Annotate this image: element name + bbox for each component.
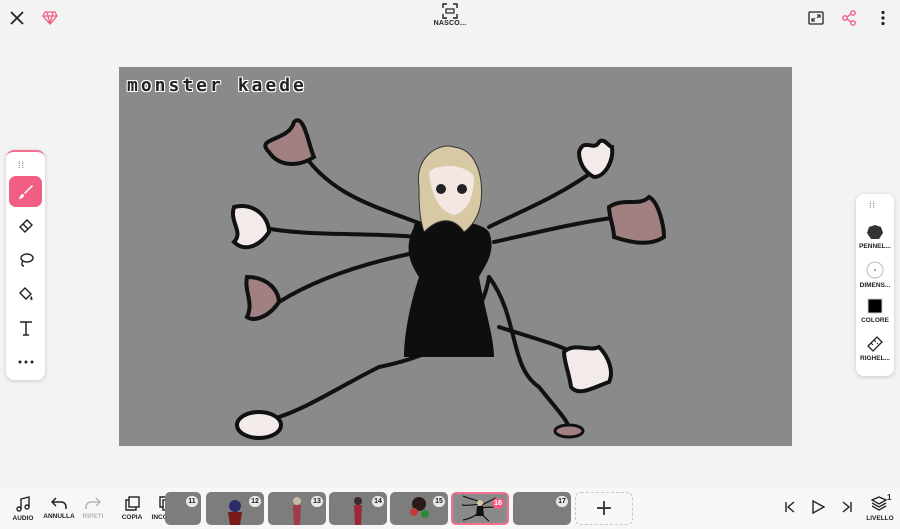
layer-label: LIVELLO [866,515,894,522]
tool-eraser[interactable] [9,210,42,241]
audio-label: AUDIO [12,515,34,522]
fullscreen-button[interactable] [804,6,828,30]
close-icon [10,11,24,25]
share-button[interactable] [837,6,861,30]
lasso-icon [19,252,34,267]
brush-size-label: DIMENS... [859,282,891,289]
brush-size-button[interactable]: DIMENS... [856,261,894,289]
close-button[interactable] [5,6,29,30]
music-note-icon [16,496,30,512]
frame-thumbnail[interactable]: 14 [329,492,387,525]
frame-number: 14 [372,496,384,507]
brush-type-button[interactable]: PENNEL... [856,224,894,250]
frame-thumbnail[interactable]: 13 [268,492,326,525]
frame-number: 15 [433,496,445,507]
brush-icon [18,184,33,199]
grip-icon[interactable]: ⁞⁞ [869,200,876,210]
frame-thumbnail[interactable]: 12 [206,492,264,525]
canvas-drawing [230,118,667,440]
skip-start-icon [785,501,795,513]
redo-icon [85,497,101,509]
brush-type-label: PENNEL... [859,243,891,250]
text-icon [19,320,32,336]
color-label: COLORE [861,317,889,324]
color-button[interactable]: COLORE [856,298,894,324]
layer-button[interactable]: 1 LIVELLO [862,493,898,522]
more-vertical-icon [881,10,885,26]
plus-icon: + [594,496,614,521]
color-swatch-icon [867,298,883,314]
share-icon [842,10,856,26]
tool-more[interactable] [9,346,42,377]
fullscreen-icon [808,11,824,25]
hide-ui-button[interactable]: NASCO... [430,3,470,27]
hide-ui-label: NASCO... [433,20,467,27]
drawing-canvas[interactable]: monster kaede [119,67,792,446]
copy-label: COPIA [121,514,143,521]
brush-shape-icon [867,225,883,239]
skip-end-icon [842,501,852,513]
frame-number: 17 [556,496,568,507]
tool-fill[interactable] [9,278,42,309]
redo-button[interactable]: RIPETI [75,496,111,520]
frame-number: 11 [186,496,198,507]
undo-icon [51,497,67,509]
undo-label: ANNULLA [43,513,75,520]
ruler-icon [867,336,883,352]
tool-text[interactable] [9,312,42,343]
more-menu-button[interactable] [871,6,895,30]
play-icon [812,500,825,514]
premium-button[interactable] [38,6,62,30]
canvas-title-text: monster kaede [127,75,307,96]
top-bar: NASCO... [0,0,900,36]
last-frame-button[interactable] [829,501,865,513]
redo-label: RIPETI [82,513,104,520]
more-horizontal-icon [18,360,33,363]
copy-button[interactable]: COPIA [114,496,150,521]
frame-number: 13 [311,496,323,507]
audio-button[interactable]: AUDIO [5,496,41,522]
layer-count: 1 [887,493,892,502]
ruler-label: RIGHEL... [860,355,890,362]
tool-panel: ⁞⁞ [6,150,45,380]
add-frame-button[interactable]: + [575,492,633,525]
ruler-button[interactable]: RIGHEL... [856,336,894,362]
frame-thumbnail[interactable]: 15 [390,492,448,525]
tool-lasso[interactable] [9,244,42,275]
hide-ui-icon [442,3,458,19]
eraser-icon [18,218,33,233]
frame-number: 12 [249,496,261,507]
diamond-icon [42,11,58,25]
frame-thumbnail-active[interactable]: 16 [451,492,509,525]
undo-button[interactable]: ANNULLA [41,496,77,520]
tool-brush[interactable] [9,176,42,207]
grip-icon[interactable]: ⁞⁞ [18,160,25,170]
bucket-icon [18,286,33,300]
frame-thumbnail[interactable]: 11 [165,492,201,525]
frame-number: 16 [492,498,504,509]
copy-icon [124,496,140,511]
frame-thumbnail[interactable]: 17 [513,492,571,525]
size-icon [866,261,884,279]
brush-settings-panel: ⁞⁞ PENNEL... DIMENS... COLORE RIGHEL... [856,194,894,376]
